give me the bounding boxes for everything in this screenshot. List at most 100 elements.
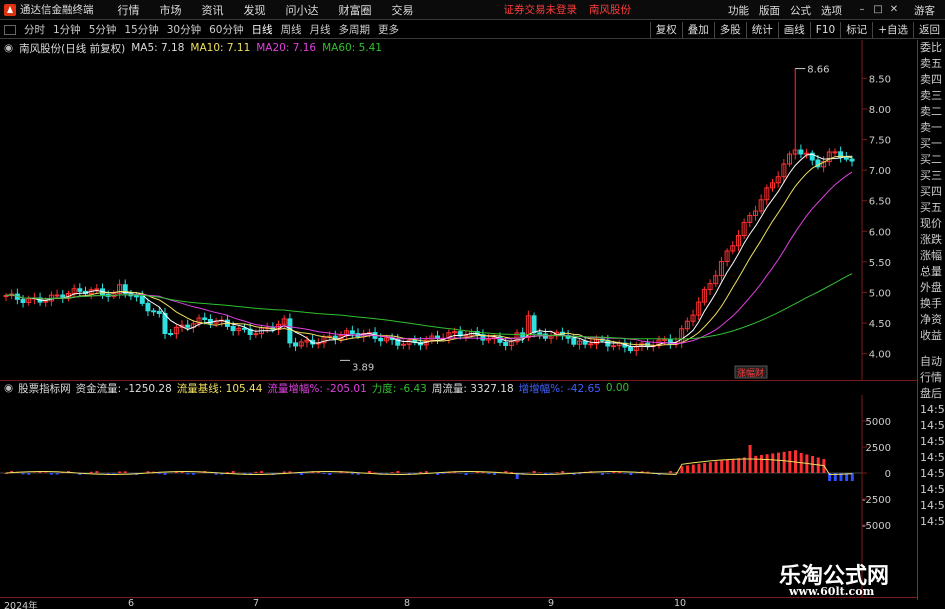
candle-body: [134, 295, 140, 298]
ma60-value: MA60: 5.41: [322, 42, 382, 54]
side-item[interactable]: 14:56: [918, 434, 945, 450]
candle-body: [611, 345, 617, 348]
candle-body: [628, 346, 634, 352]
draw-button[interactable]: 画线: [777, 22, 810, 38]
tab-30min[interactable]: 30分钟: [167, 22, 201, 37]
side-item[interactable]: 涨跌: [918, 232, 945, 248]
side-item[interactable]: 14:56: [918, 482, 945, 498]
side-item[interactable]: 买四: [918, 184, 945, 200]
legend-toggle-icon[interactable]: ◉: [4, 42, 13, 54]
guest-label[interactable]: 游客: [914, 3, 935, 18]
side-item[interactable]: 委比: [918, 40, 945, 56]
side-item[interactable]: 买三: [918, 168, 945, 184]
f10-button[interactable]: F10: [809, 22, 840, 38]
side-item[interactable]: 买一: [918, 136, 945, 152]
tab-daily[interactable]: 日线: [252, 22, 273, 37]
login-warning[interactable]: 证券交易未登录: [504, 2, 578, 17]
side-item[interactable]: 净资: [918, 312, 945, 328]
menu-news[interactable]: 资讯: [202, 2, 224, 18]
mark-button[interactable]: 标记: [840, 22, 872, 38]
flow-bar: [555, 472, 559, 473]
candle-body: [293, 342, 299, 347]
side-item[interactable]: 14:56: [918, 418, 945, 434]
tab-60min[interactable]: 60分钟: [209, 22, 243, 37]
flow-bar: [720, 460, 724, 473]
candle-body: [145, 302, 151, 312]
main-chart-legend: ◉ 南风股份(日线 前复权) MA5: 7.18 MA10: 7.11 MA20…: [4, 41, 388, 55]
menu-wealth[interactable]: 财富圈: [339, 2, 372, 18]
add-watchlist-button[interactable]: +自选: [872, 22, 913, 38]
candle-body: [400, 343, 406, 346]
menu-function[interactable]: 功能: [728, 3, 749, 18]
side-item[interactable]: 14:56: [918, 498, 945, 514]
indicator-tick-label: -2500: [862, 495, 891, 506]
side-item[interactable]: 卖四: [918, 72, 945, 88]
side-item[interactable]: 总量: [918, 264, 945, 280]
menu-formula[interactable]: 公式: [790, 3, 811, 18]
price-tick-label: 7.50: [869, 136, 891, 147]
side-item[interactable]: 收益: [918, 328, 945, 344]
flow-bar: [759, 455, 763, 473]
menu-layout[interactable]: 版面: [759, 3, 780, 18]
adjust-button[interactable]: 复权: [649, 22, 682, 38]
maximize-icon[interactable]: □: [872, 4, 884, 16]
ma20-value: MA20: 7.16: [256, 42, 317, 54]
side-item[interactable]: 换手: [918, 296, 945, 312]
tab-weekly[interactable]: 周线: [281, 22, 302, 37]
tab-1min[interactable]: 1分钟: [53, 22, 81, 37]
side-item[interactable]: 卖一: [918, 120, 945, 136]
tab-intraday[interactable]: 分时: [24, 22, 45, 37]
indicator-legend: ◉ 股票指标网 资金流量: -1250.28 流量基线: 105.44 流量增幅…: [4, 381, 634, 395]
menu-trade[interactable]: 交易: [392, 2, 414, 18]
menu-market[interactable]: 市场: [160, 2, 182, 18]
side-item[interactable]: 14:56: [918, 450, 945, 466]
watermark-url: www.60lt.com: [789, 585, 875, 598]
candlestick-chart[interactable]: 8.50 8.00 7.50 7.00 6.50 6.00 5.50 5.00 4.50 4.00…: [0, 40, 917, 380]
price-tick-label: 6.00: [869, 227, 891, 238]
candle-body: [832, 151, 838, 154]
multi-stock-button[interactable]: 多股: [713, 22, 746, 38]
minimize-icon[interactable]: –: [856, 4, 868, 16]
side-item[interactable]: 卖五: [918, 56, 945, 72]
side-item[interactable]: 外盘: [918, 280, 945, 296]
tab-more[interactable]: 更多: [378, 22, 399, 37]
menu-ask[interactable]: 问小达: [286, 2, 319, 18]
menu-quotes[interactable]: 行情: [118, 2, 140, 18]
candle-body: [54, 294, 60, 297]
side-item[interactable]: 涨幅: [918, 248, 945, 264]
candle-body: [804, 152, 810, 155]
side-item[interactable]: 行情: [918, 370, 945, 386]
tab-5min[interactable]: 5分钟: [89, 22, 117, 37]
flow-bar: [458, 473, 462, 474]
tab-15min[interactable]: 15分钟: [124, 22, 158, 37]
indicator-toggle-icon[interactable]: ◉: [4, 382, 13, 394]
flow-bar: [282, 471, 286, 473]
side-item[interactable]: 买二: [918, 152, 945, 168]
side-item[interactable]: 卖三: [918, 88, 945, 104]
side-item[interactable]: 现价: [918, 216, 945, 232]
close-icon[interactable]: ✕: [888, 4, 900, 16]
price-tick-label: 4.00: [869, 350, 891, 361]
period-toolbar: 分时 1分钟 5分钟 15分钟 30分钟 60分钟 日线 周线 月线 多周期 更…: [0, 21, 945, 39]
menu-options[interactable]: 选项: [821, 3, 842, 18]
stats-button[interactable]: 统计: [745, 22, 778, 38]
side-item[interactable]: 自动: [918, 354, 945, 370]
tab-monthly[interactable]: 月线: [310, 22, 331, 37]
side-item[interactable]: 卖二: [918, 104, 945, 120]
back-button[interactable]: 返回: [913, 22, 945, 38]
tab-multi-period[interactable]: 多周期: [339, 22, 371, 37]
price-tick-label: 6.50: [869, 197, 891, 208]
candle-body: [287, 318, 293, 344]
side-item[interactable]: 买五: [918, 200, 945, 216]
flow-bar: [737, 458, 741, 473]
overlay-button[interactable]: 叠加: [681, 22, 714, 38]
flow-bar: [538, 472, 542, 473]
side-item[interactable]: 14:56: [918, 514, 945, 530]
nav-toggle-icon[interactable]: [4, 24, 16, 35]
flow-bar: [226, 472, 230, 473]
menu-discover[interactable]: 发现: [244, 2, 266, 18]
side-item[interactable]: 14:56: [918, 466, 945, 482]
side-item[interactable]: 14:56: [918, 402, 945, 418]
candle-body: [230, 325, 236, 332]
side-item[interactable]: 盘后: [918, 386, 945, 402]
